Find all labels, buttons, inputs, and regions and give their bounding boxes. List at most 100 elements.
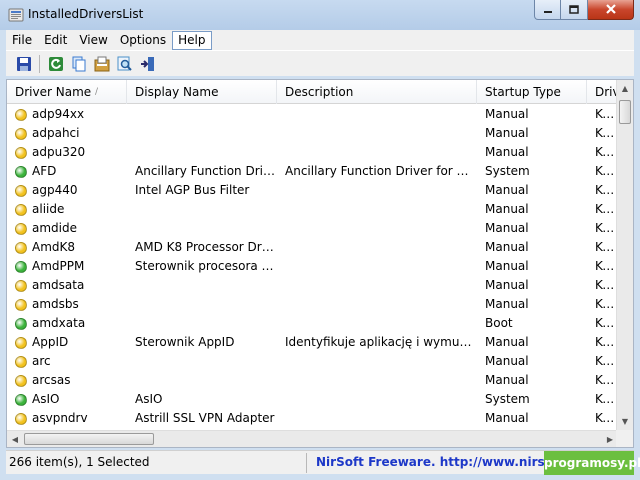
table-row[interactable]: amdxata Boot Kernel [7, 314, 619, 333]
horizontal-scroll-thumb[interactable] [24, 433, 154, 445]
cell-driver-name: arcsas [7, 371, 127, 390]
cell-driver-type: Kernel [595, 411, 619, 425]
copy-button[interactable] [67, 53, 90, 75]
vertical-scrollbar[interactable]: ▲ ▼ [616, 80, 633, 430]
table-row[interactable]: AmdPPM Sterownik procesora AMD Manual Kerne… [7, 257, 619, 276]
table-row[interactable]: amdide Manual Kernel [7, 219, 619, 238]
cell-startup-type: Manual [485, 107, 529, 121]
title-bar[interactable]: InstalledDriversList [0, 0, 640, 30]
menu-options[interactable]: Options [114, 31, 172, 50]
properties-button[interactable] [90, 53, 113, 75]
menu-help[interactable]: Help [172, 30, 212, 50]
cell-startup-type: Manual [485, 354, 529, 368]
cell-driver-type: Kernel [595, 221, 619, 235]
cell-display-name [127, 219, 277, 238]
cell-driver-type: Kernel [595, 297, 619, 311]
table-row[interactable]: arc Manual Kernel [7, 352, 619, 371]
scroll-up-icon[interactable]: ▲ [617, 80, 633, 97]
table-row[interactable]: amdsata Manual Kernel [7, 276, 619, 295]
column-description[interactable]: Description [277, 80, 477, 104]
cell-display-name: Ancillary Function Drive... [135, 164, 277, 178]
menu-edit[interactable]: Edit [38, 31, 73, 50]
scroll-down-icon[interactable]: ▼ [617, 413, 633, 430]
drivers-list[interactable]: Driver Name ∕ Display Name Description S… [6, 79, 634, 448]
find-button[interactable] [113, 53, 136, 75]
exit-button[interactable] [136, 53, 159, 75]
save-icon [16, 56, 31, 71]
table-row[interactable]: adp94xx Manual Kernel [7, 105, 619, 124]
cell-startup-type: Manual [485, 183, 529, 197]
cell-startup-type: Manual [485, 202, 529, 216]
driver-name-text: adpu320 [32, 145, 86, 159]
table-row[interactable]: AppID Sterownik AppID Identyfikuje aplikac… [7, 333, 619, 352]
cell-display-name [127, 371, 277, 390]
cell-startup-type: Manual [485, 411, 529, 425]
cell-driver-name: adp94xx [7, 105, 127, 124]
stopped-status-icon [15, 222, 27, 235]
cell-driver-name: adpahci [7, 124, 127, 143]
stopped-status-icon [15, 355, 27, 368]
horizontal-scrollbar[interactable]: ◀ ▶ [7, 430, 618, 447]
cell-startup-type: Boot [485, 316, 513, 330]
cell-description [277, 314, 477, 333]
cell-driver-name: AppID [7, 333, 127, 352]
cell-driver-type: Kernel [595, 107, 619, 121]
copy-icon [72, 56, 85, 71]
driver-name-text: asvpndrv [32, 411, 88, 425]
driver-name-text: AFD [32, 164, 57, 178]
status-bar: 266 item(s), 1 Selected NirSoft Freeware… [6, 450, 640, 475]
window-title: InstalledDriversList [28, 7, 144, 21]
item-count: 266 item(s), 1 Selected [9, 455, 150, 469]
table-row[interactable]: AsIO AsIO System Kernel [7, 390, 619, 409]
stopped-status-icon [15, 108, 27, 121]
cell-display-name: Sterownik AppID [135, 335, 235, 349]
table-row[interactable]: amdsbs Manual Kernel [7, 295, 619, 314]
vertical-scroll-thumb[interactable] [619, 100, 631, 124]
table-row[interactable]: asvpndrv Astrill SSL VPN Adapter Manual Ker… [7, 409, 619, 428]
running-status-icon [15, 393, 27, 406]
cell-description [277, 295, 477, 314]
status-divider [306, 453, 307, 473]
cell-driver-type: Kernel [595, 373, 619, 387]
cell-display-name [127, 105, 277, 124]
cell-driver-type: Kernel [595, 126, 619, 140]
column-display-name[interactable]: Display Name [127, 80, 277, 104]
refresh-button[interactable] [44, 53, 67, 75]
column-label: Driver Name [15, 85, 92, 99]
table-row[interactable]: AmdK8 AMD K8 Processor Driver Manual Kernel [7, 238, 619, 257]
cell-description [277, 276, 477, 295]
table-row[interactable]: agp440 Intel AGP Bus Filter Manual Kernel [7, 181, 619, 200]
driver-name-text: agp440 [32, 183, 78, 197]
cell-description [277, 219, 477, 238]
menu-view[interactable]: View [73, 31, 113, 50]
scroll-left-icon[interactable]: ◀ [7, 431, 23, 447]
column-driver-type[interactable]: Driv [587, 80, 619, 104]
table-row[interactable]: aliide Manual Kernel [7, 200, 619, 219]
close-button[interactable] [588, 0, 634, 20]
cell-description: Identyfikuje aplikację i wymusza z... [285, 335, 477, 349]
window-controls [534, 0, 634, 20]
menu-file[interactable]: File [6, 31, 38, 50]
cell-driver-name: AmdK8 [7, 238, 127, 257]
table-row[interactable]: arcsas Manual Kernel [7, 371, 619, 390]
column-driver-name[interactable]: Driver Name ∕ [7, 80, 127, 104]
cell-driver-name: amdxata [7, 314, 127, 333]
running-status-icon [15, 165, 27, 178]
table-row[interactable]: AFD Ancillary Function Drive... Ancillary … [7, 162, 619, 181]
cell-description: Ancillary Function Driver for Wins... [285, 164, 477, 178]
minimize-icon [543, 10, 552, 13]
cell-driver-name: AsIO [7, 390, 127, 409]
table-row[interactable]: adpahci Manual Kernel [7, 124, 619, 143]
cell-driver-type: Kernel [595, 202, 619, 216]
column-startup-type[interactable]: Startup Type [477, 80, 587, 104]
table-row[interactable]: adpu320 Manual Kernel [7, 143, 619, 162]
driver-name-text: amdsata [32, 278, 85, 292]
minimize-button[interactable] [534, 0, 561, 20]
list-rows: adp94xxManualKerneladpahciManualKernelad… [7, 105, 619, 428]
save-button[interactable] [12, 53, 35, 75]
cell-driver-type: Kernel [595, 278, 619, 292]
watermark-logo: programosy.pl [544, 451, 640, 475]
maximize-button[interactable] [561, 0, 588, 20]
find-icon [117, 56, 132, 71]
driver-name-text: adp94xx [32, 107, 85, 121]
